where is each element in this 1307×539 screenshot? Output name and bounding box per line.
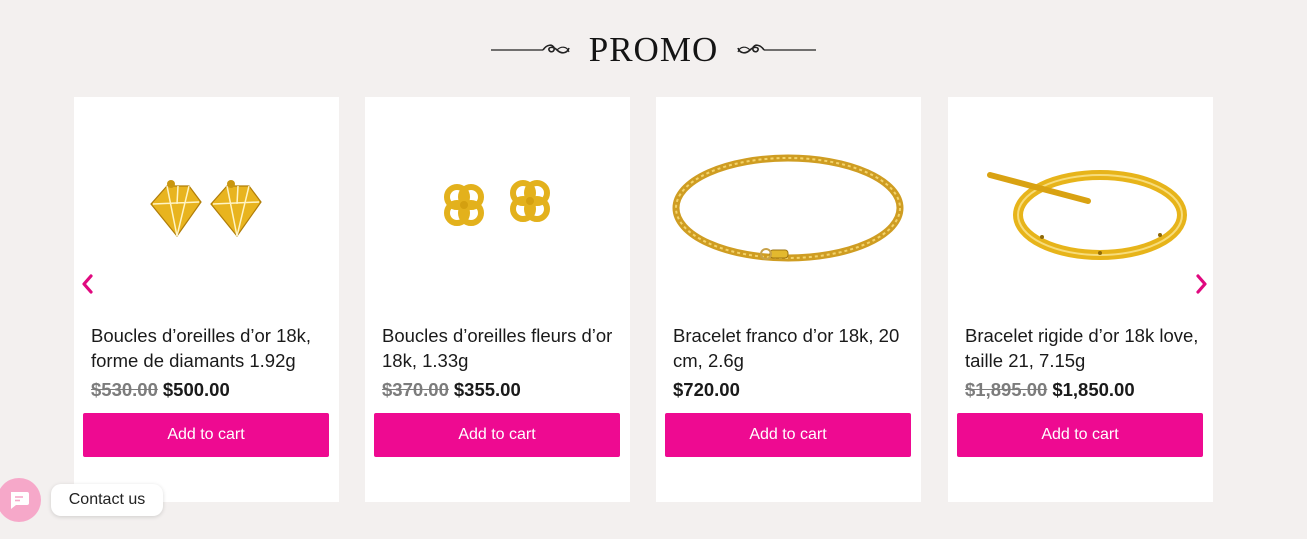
carousel-next-button[interactable] xyxy=(1191,271,1213,297)
product-image-link[interactable] xyxy=(374,108,620,311)
product-card: Boucles d’oreilles fleurs d’or 18k, 1.33… xyxy=(365,97,630,502)
sale-price: $720.00 xyxy=(673,379,740,400)
product-image-link[interactable] xyxy=(957,108,1203,311)
product-price: $720.00 xyxy=(673,379,740,401)
product-card: Bracelet franco d’or 18k, 20 cm, 2.6g $7… xyxy=(656,97,921,502)
flourish-right-icon xyxy=(737,44,817,54)
product-price: $370.00 $355.00 xyxy=(382,379,521,401)
sale-price: $1,850.00 xyxy=(1052,379,1135,400)
promo-section: PROMO Boucles d’oreilles d’or 18k, forme… xyxy=(0,0,1307,539)
chevron-right-icon xyxy=(1196,274,1207,294)
product-title[interactable]: Boucles d’oreilles fleurs d’or 18k, 1.33… xyxy=(382,323,618,373)
add-to-cart-button[interactable]: Add to cart xyxy=(374,413,620,457)
section-title: PROMO xyxy=(588,30,719,69)
carousel-prev-button[interactable] xyxy=(76,271,98,297)
product-image-link[interactable] xyxy=(665,108,911,311)
product-image-link[interactable] xyxy=(83,108,329,311)
diamond-earrings-image xyxy=(150,179,262,237)
bangle-bracelet-image xyxy=(987,169,1187,260)
product-title[interactable]: Boucles d’oreilles d’or 18k, forme de di… xyxy=(91,323,327,373)
product-carousel: Boucles d’oreilles d’or 18k, forme de di… xyxy=(74,97,1214,502)
product-card: Bracelet rigide d’or 18k love, taille 21… xyxy=(948,97,1213,502)
old-price: $530.00 xyxy=(91,379,158,400)
product-price: $1,895.00 $1,850.00 xyxy=(965,379,1135,401)
chat-icon xyxy=(11,492,29,509)
product-price: $530.00 $500.00 xyxy=(91,379,230,401)
flourish-left-icon xyxy=(490,44,570,54)
product-title[interactable]: Bracelet franco d’or 18k, 20 cm, 2.6g xyxy=(673,323,909,373)
contact-label[interactable]: Contact us xyxy=(51,484,163,516)
flower-earrings-image xyxy=(444,179,550,226)
product-title[interactable]: Bracelet rigide d’or 18k love, taille 21… xyxy=(965,323,1201,373)
old-price: $370.00 xyxy=(382,379,449,400)
add-to-cart-button[interactable]: Add to cart xyxy=(957,413,1203,457)
old-price: $1,895.00 xyxy=(965,379,1048,400)
section-heading: PROMO xyxy=(0,24,1307,76)
sale-price: $355.00 xyxy=(453,379,521,400)
chain-bracelet-image xyxy=(672,154,904,261)
product-card: Boucles d’oreilles d’or 18k, forme de di… xyxy=(74,97,339,502)
chevron-left-icon xyxy=(82,274,93,294)
contact-button[interactable] xyxy=(0,478,41,522)
sale-price: $500.00 xyxy=(162,379,230,400)
add-to-cart-button[interactable]: Add to cart xyxy=(665,413,911,457)
add-to-cart-button[interactable]: Add to cart xyxy=(83,413,329,457)
